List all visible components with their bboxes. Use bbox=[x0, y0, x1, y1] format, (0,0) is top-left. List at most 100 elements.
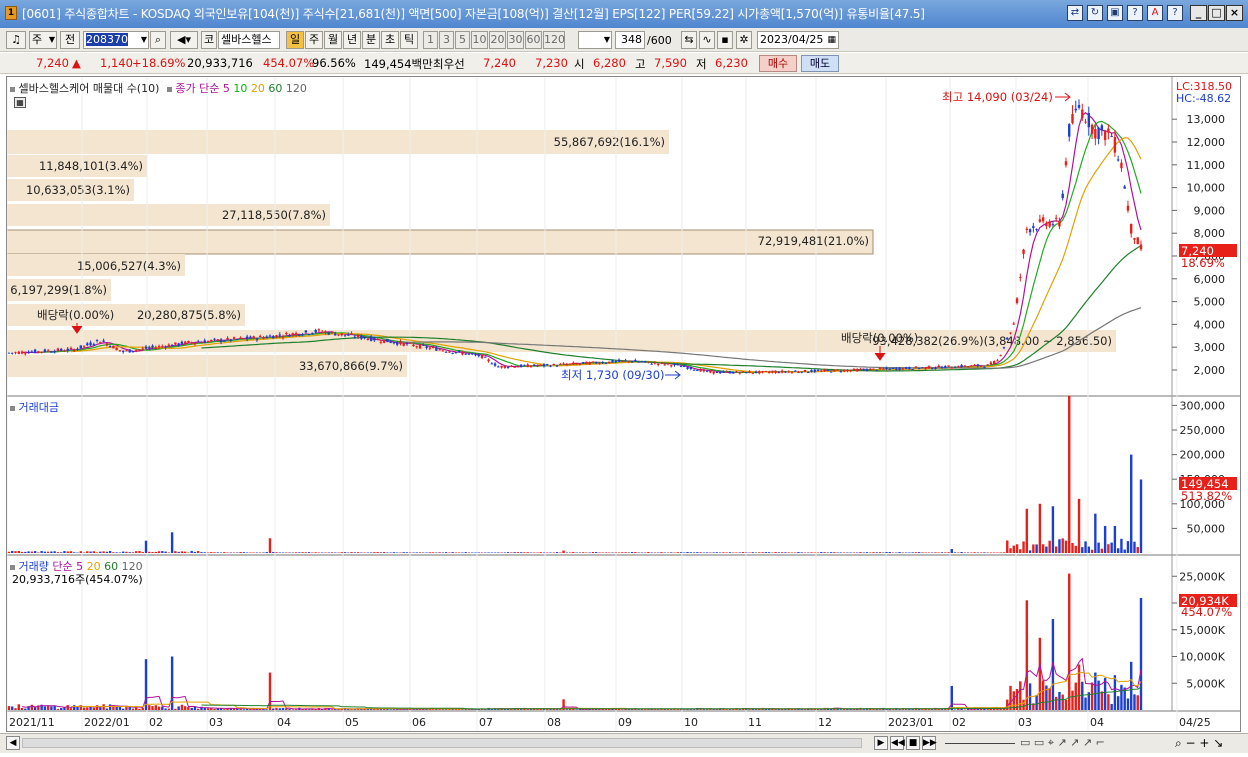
candle-body bbox=[686, 367, 689, 369]
interval-3-button[interactable]: 3 bbox=[439, 31, 454, 49]
interval-120-button[interactable]: 120 bbox=[543, 31, 565, 49]
sell-button[interactable]: 매도 bbox=[801, 55, 839, 72]
count-input[interactable]: 348 bbox=[615, 31, 645, 49]
amount-bar bbox=[298, 552, 301, 553]
amount-bar bbox=[1126, 541, 1130, 553]
window-icon[interactable]: ▣ bbox=[1107, 5, 1123, 21]
chart-line-icon[interactable]: ∿ bbox=[699, 31, 715, 49]
market-select[interactable]: 주 ▼ bbox=[29, 31, 57, 49]
candle-body bbox=[653, 362, 657, 364]
x-tick-label: 10 bbox=[684, 716, 698, 729]
stock-code-input[interactable]: 208370 ▼ bbox=[83, 31, 149, 49]
candle-body bbox=[660, 362, 663, 364]
candle-body bbox=[794, 370, 797, 372]
volume-bar bbox=[725, 709, 728, 710]
settings-icon[interactable]: ✲ bbox=[736, 31, 752, 49]
candle-body bbox=[180, 341, 184, 345]
candle-body bbox=[774, 371, 777, 373]
amount-bar bbox=[121, 551, 125, 553]
period-0-button[interactable]: 일 bbox=[286, 31, 304, 49]
date-input[interactable]: 2023/04/25 ▦ bbox=[757, 31, 839, 49]
buy-button[interactable]: 매수 bbox=[759, 55, 797, 72]
candle-body bbox=[650, 363, 653, 365]
close-button[interactable]: × bbox=[1226, 5, 1243, 21]
amount-bar bbox=[285, 552, 288, 553]
kosdaq-button[interactable]: 코 bbox=[201, 31, 217, 49]
maximize-button[interactable]: □ bbox=[1208, 5, 1225, 21]
scroll-left-button[interactable]: ◀ bbox=[6, 736, 20, 750]
volume-bar bbox=[59, 708, 63, 710]
candle-body bbox=[396, 342, 399, 345]
interval-60-button[interactable]: 60 bbox=[525, 31, 542, 49]
interval-5-button[interactable]: 5 bbox=[455, 31, 470, 49]
x-tick-label: 03 bbox=[1018, 716, 1032, 729]
amount-tick-label: 250,000 bbox=[1180, 424, 1226, 437]
candle-body bbox=[869, 368, 872, 371]
amount-bar bbox=[46, 551, 50, 553]
first-button[interactable]: ◀◀ bbox=[890, 736, 905, 750]
period-1-button[interactable]: 주 bbox=[305, 31, 323, 49]
amount-bar bbox=[223, 552, 226, 553]
speaker-icon[interactable]: ◀▾ bbox=[170, 31, 198, 49]
candle-body bbox=[611, 360, 614, 363]
zoom-controls[interactable]: ⌕ − + ↘ bbox=[1175, 736, 1223, 751]
period-5-button[interactable]: 초 bbox=[381, 31, 399, 49]
amount-bar bbox=[1130, 454, 1133, 553]
best-ask: 7,240 bbox=[483, 56, 516, 70]
candle-body bbox=[327, 332, 330, 335]
volume-profile-label: 27,118,550(7.8%) bbox=[222, 208, 326, 222]
candle-body bbox=[317, 329, 321, 331]
chart-area[interactable]: 55,867,692(16.1%) 11,848,101(3.4%) 10,633,… bbox=[6, 76, 1241, 732]
amount-bar bbox=[350, 552, 353, 553]
candle-body bbox=[790, 371, 794, 373]
table-icon[interactable]: ▦ bbox=[14, 97, 26, 108]
amount-bar bbox=[1116, 548, 1120, 553]
interval-10-button[interactable]: 10 bbox=[471, 31, 488, 49]
scroll-right-button[interactable]: ▶ bbox=[874, 736, 888, 750]
period-2-button[interactable]: 월 bbox=[324, 31, 342, 49]
vol-ma-20-line bbox=[71, 671, 1142, 710]
count-spinner[interactable]: ▼ bbox=[578, 31, 612, 49]
interval-20-button[interactable]: 20 bbox=[489, 31, 506, 49]
candle-body bbox=[1012, 323, 1015, 325]
font-icon[interactable]: A bbox=[1147, 5, 1163, 21]
period-3-button[interactable]: 년 bbox=[343, 31, 361, 49]
amount-bar bbox=[1123, 549, 1126, 553]
interval-1-button[interactable]: 1 bbox=[423, 31, 438, 49]
stop-button[interactable]: ■ bbox=[906, 736, 920, 750]
candle-body bbox=[11, 352, 14, 354]
candle-body bbox=[523, 364, 526, 366]
candle-body bbox=[513, 366, 516, 368]
amount-bar bbox=[722, 552, 725, 553]
candle-body bbox=[1130, 223, 1133, 234]
amount-bar bbox=[1139, 479, 1143, 553]
refresh-icon[interactable]: ↻ bbox=[1087, 5, 1103, 21]
prev-button[interactable]: 전 bbox=[60, 31, 80, 49]
period-4-button[interactable]: 분 bbox=[362, 31, 380, 49]
amount-bar bbox=[327, 552, 330, 553]
save-icon[interactable]: ▪ bbox=[717, 31, 733, 49]
candle-body bbox=[630, 361, 634, 363]
zoom-slider[interactable] bbox=[945, 743, 1015, 744]
period-6-button[interactable]: 틱 bbox=[400, 31, 418, 49]
interval-30-button[interactable]: 30 bbox=[507, 31, 524, 49]
play-button[interactable]: ▶▶ bbox=[922, 736, 937, 750]
candle-body bbox=[487, 359, 490, 362]
code-search-icon[interactable]: ♫ bbox=[6, 31, 26, 49]
candle-body bbox=[568, 363, 572, 365]
minimize-button[interactable]: _ bbox=[1190, 5, 1207, 21]
amount-bar bbox=[428, 552, 432, 553]
candle-body bbox=[992, 361, 996, 364]
amount-bar bbox=[356, 552, 360, 553]
amount-bar bbox=[203, 552, 206, 553]
transfer-icon[interactable]: ⇆ bbox=[681, 31, 697, 49]
scroll-track[interactable] bbox=[22, 738, 862, 748]
volume-bar bbox=[245, 708, 249, 710]
search-icon[interactable]: ⌕ bbox=[150, 31, 166, 49]
stock-name-field[interactable]: 셀바스헬스 bbox=[218, 31, 280, 49]
link-icon[interactable]: ⇄ bbox=[1067, 5, 1083, 21]
drawing-tools[interactable]: ▭ ▭ ⌖ ↗ ↗ ↗ ⌐ bbox=[1020, 736, 1105, 750]
help-icon[interactable]: ? bbox=[1167, 5, 1183, 21]
stock-chart[interactable]: 55,867,692(16.1%) 11,848,101(3.4%) 10,633,… bbox=[7, 77, 1241, 732]
help-window-icon[interactable]: ? bbox=[1127, 5, 1143, 21]
